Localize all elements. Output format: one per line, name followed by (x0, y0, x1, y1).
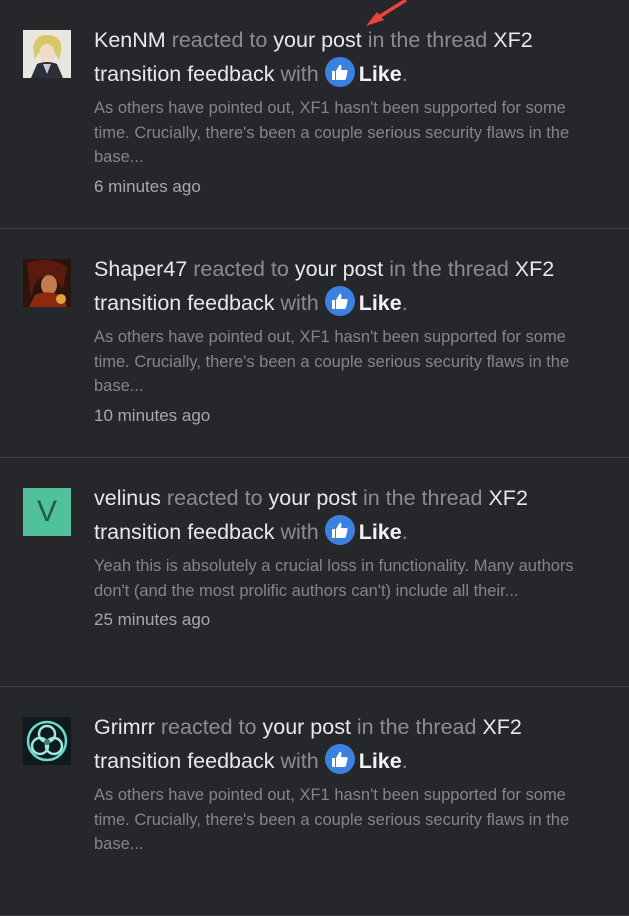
thumbs-up-icon (324, 286, 355, 316)
thread-prefix-text: in the thread (389, 257, 509, 281)
notification-headline: velinus reacted to your post in the thre… (94, 481, 604, 549)
period-text: . (401, 520, 408, 544)
timestamp: 10 minutes ago (94, 405, 211, 425)
post-snippet: As others have pointed out, XF1 hasn't b… (94, 99, 570, 166)
notification-content: Grimrr reacted to your post in the threa… (94, 710, 604, 862)
period-text: . (401, 291, 408, 315)
action-text: reacted to (193, 257, 289, 281)
with-text: with (280, 520, 319, 544)
reaction-label: Like (358, 291, 402, 315)
username-link[interactable]: Shaper47 (94, 257, 187, 281)
action-text: reacted to (160, 715, 257, 739)
post-link[interactable]: your post (262, 715, 350, 739)
notification-headline: Grimrr reacted to your post in the threa… (94, 710, 604, 778)
notification-item[interactable]: Grimrr reacted to your post in the threa… (0, 687, 629, 916)
avatar[interactable] (23, 30, 71, 78)
notification-item[interactable]: KenNM reacted to your post in the thread… (0, 0, 629, 229)
thread-prefix-text: in the thread (356, 715, 477, 739)
username-link[interactable]: Grimrr (94, 715, 155, 739)
post-snippet: As others have pointed out, XF1 hasn't b… (94, 786, 570, 853)
with-text: with (280, 291, 319, 315)
notification-headline: KenNM reacted to your post in the thread… (94, 23, 604, 91)
thumbs-up-icon (324, 744, 355, 774)
reaction-label: Like (358, 749, 402, 773)
with-text: with (280, 62, 319, 86)
notification-content: Shaper47 reacted to your post in the thr… (94, 252, 604, 428)
thumbs-up-icon (324, 57, 355, 87)
notification-content: velinus reacted to your post in the thre… (94, 481, 604, 632)
with-text: with (280, 749, 319, 773)
notification-item[interactable]: Shaper47 reacted to your post in the thr… (0, 229, 629, 458)
post-snippet: As others have pointed out, XF1 hasn't b… (94, 328, 570, 395)
post-snippet: Yeah this is absolutely a crucial loss i… (94, 557, 574, 600)
post-link[interactable]: your post (269, 486, 357, 510)
action-text: reacted to (166, 486, 263, 510)
username-link[interactable]: KenNM (94, 28, 166, 52)
notification-list: KenNM reacted to your post in the thread… (0, 0, 629, 916)
notification-item[interactable]: V velinus reacted to your post in the th… (0, 458, 629, 687)
post-link[interactable]: your post (295, 257, 383, 281)
avatar[interactable] (23, 259, 71, 307)
thread-prefix-text: in the thread (362, 486, 483, 510)
timestamp: 25 minutes ago (94, 610, 211, 629)
thumbs-up-icon (324, 515, 355, 545)
notification-headline: Shaper47 reacted to your post in the thr… (94, 252, 604, 320)
period-text: . (401, 749, 408, 773)
thread-prefix-text: in the thread (367, 28, 488, 52)
avatar[interactable] (23, 717, 71, 765)
timestamp: 6 minutes ago (94, 176, 201, 196)
period-text: . (401, 62, 408, 86)
post-link[interactable]: your post (273, 28, 361, 52)
reaction-label: Like (358, 62, 402, 86)
reaction-label: Like (358, 520, 402, 544)
action-text: reacted to (171, 28, 268, 52)
avatar[interactable]: V (23, 488, 71, 536)
notification-content: KenNM reacted to your post in the thread… (94, 23, 604, 199)
username-link[interactable]: velinus (94, 486, 161, 510)
